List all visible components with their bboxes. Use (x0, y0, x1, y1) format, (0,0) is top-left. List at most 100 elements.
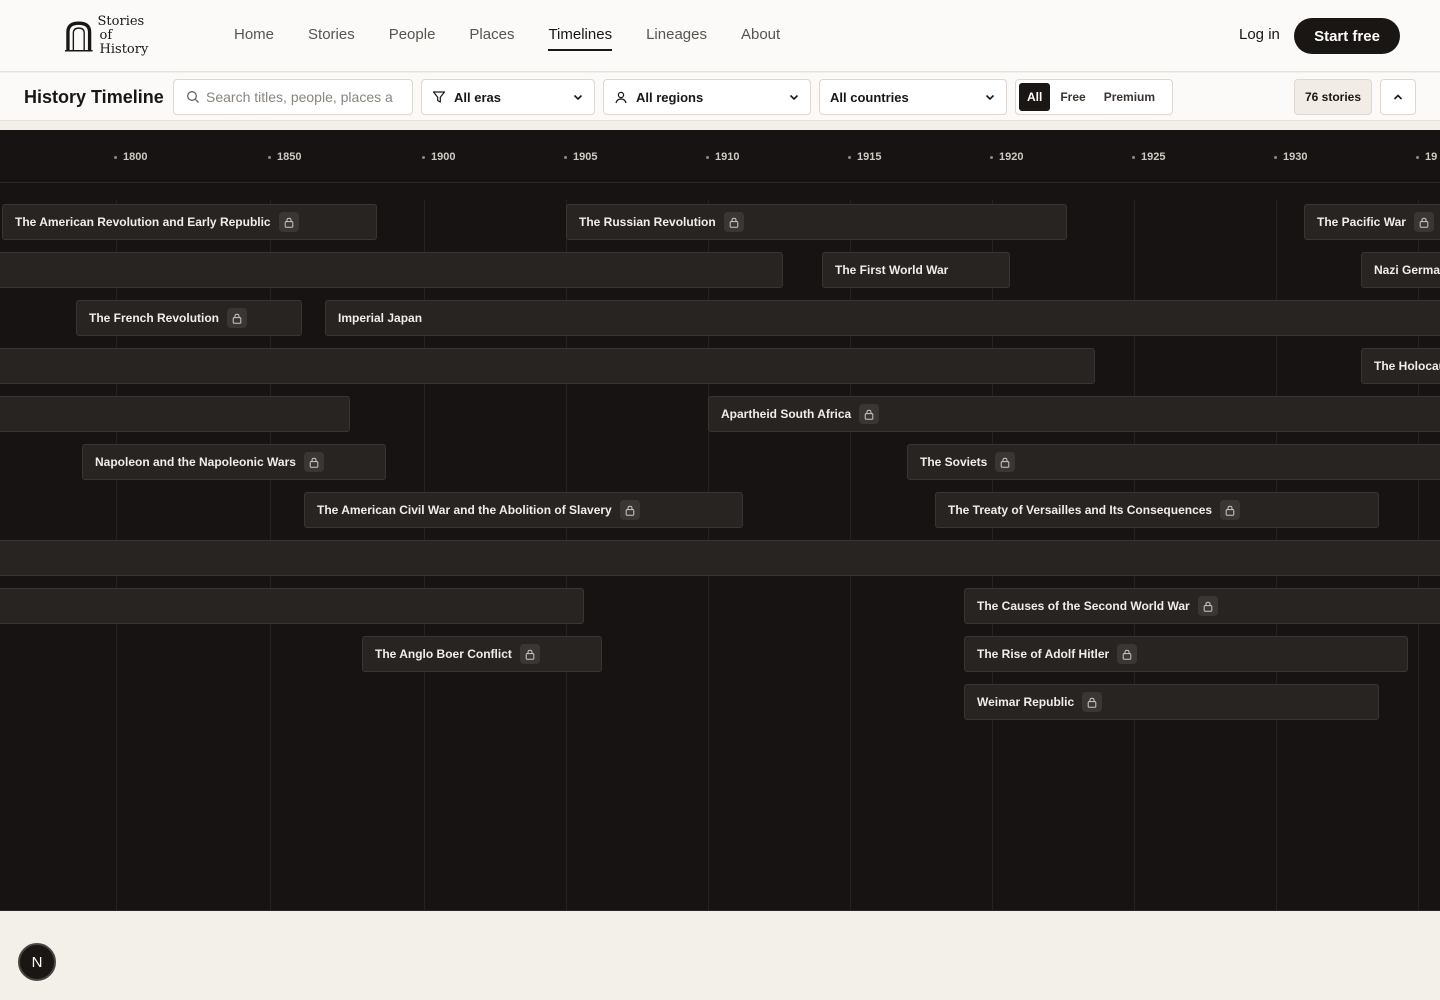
nav-stories[interactable]: Stories (308, 26, 355, 49)
nav-timelines[interactable]: Timelines (548, 26, 612, 51)
story-title: The Anglo Boer Conflict (375, 647, 512, 661)
collapse-filters-button[interactable] (1380, 79, 1416, 115)
story-title: The Treaty of Versailles and Its Consequ… (948, 503, 1213, 517)
tick-label: 1930 (1274, 151, 1307, 163)
lock-icon (227, 308, 248, 328)
tick-label: 1905 (564, 151, 597, 163)
brand-logo[interactable]: Stories of History (64, 15, 164, 57)
page-title: History Timeline (24, 87, 164, 107)
story-title: Weimar Republic (977, 695, 1075, 709)
nav-people[interactable]: People (389, 26, 436, 49)
chevron-up-icon (1393, 94, 1403, 100)
lock-icon (519, 644, 540, 664)
top-navigation: Stories of History Home Stories People P… (0, 0, 1440, 72)
tick-label: 1915 (848, 151, 881, 163)
lock-icon (1082, 692, 1103, 712)
timeline-canvas[interactable]: 1800 1850 1900 1905 1910 1915 1920 1925 1930 19 T… (0, 130, 1440, 911)
story-count-badge: 76 stories (1294, 79, 1372, 115)
timeline-story-bar[interactable]: The Soviets (907, 444, 1440, 480)
lock-icon (303, 452, 324, 472)
access-premium-button[interactable]: Premium (1096, 83, 1163, 111)
tick-label: 1925 (1132, 151, 1165, 163)
story-title: The French Revolution (89, 311, 220, 325)
tick-label: 1920 (990, 151, 1023, 163)
timeline-story-bar[interactable]: The Treaty of Versailles and Its Consequ… (935, 492, 1379, 528)
lock-icon (859, 404, 880, 424)
chevron-down-icon (985, 94, 995, 101)
lock-icon (619, 500, 640, 520)
lock-icon (278, 212, 299, 232)
timeline-story-bar[interactable] (0, 252, 783, 288)
timeline-story-bar[interactable]: The French Revolution (76, 300, 302, 336)
lock-icon (1117, 644, 1138, 664)
story-title: Apartheid South Africa (721, 407, 852, 421)
lock-icon (723, 212, 744, 232)
story-title: The Holocau (1374, 359, 1440, 373)
timeline-story-bar[interactable]: The Russian Revolution (566, 204, 1067, 240)
country-select-value: All countries (830, 89, 909, 105)
filter-icon (432, 91, 446, 103)
timeline-story-bar[interactable]: The First World War (822, 252, 1010, 288)
brand-line-2: of History (99, 28, 149, 57)
search-icon (187, 91, 199, 103)
timeline-story-bar[interactable] (0, 396, 350, 432)
brand-wordmark: Stories of History (98, 15, 164, 57)
brand-line-1: Stories (97, 14, 145, 29)
nav-lineages[interactable]: Lineages (646, 26, 707, 49)
tick-label: 1850 (268, 151, 301, 163)
timeline-story-bar[interactable]: The Pacific War (1304, 204, 1440, 240)
search-input[interactable] (206, 89, 406, 105)
era-select-value: All eras (454, 89, 501, 105)
filter-bar: History Timeline All eras All regions Al… (0, 73, 1440, 121)
story-title: The American Civil War and the Abolition… (317, 503, 612, 517)
tick-label: 19 (1416, 151, 1437, 163)
lock-icon (1197, 596, 1218, 616)
timeline-story-bar[interactable]: The American Civil War and the Abolition… (304, 492, 743, 528)
timeline-story-bar[interactable]: Apartheid South Africa (708, 396, 1440, 432)
lock-icon (995, 452, 1016, 472)
timeline-story-bar[interactable] (0, 348, 1095, 384)
lock-icon (1413, 212, 1434, 232)
story-title: The Pacific War (1317, 215, 1406, 229)
login-link[interactable]: Log in (1239, 26, 1280, 43)
story-title: Napoleon and the Napoleonic Wars (95, 455, 296, 469)
nav-places[interactable]: Places (469, 26, 514, 49)
start-free-button[interactable]: Start free (1294, 18, 1400, 54)
era-select[interactable]: All eras (421, 79, 595, 115)
story-title: Nazi Germa (1374, 263, 1440, 277)
floating-n-button[interactable]: N (18, 943, 56, 981)
timeline-story-bar[interactable]: Napoleon and the Napoleonic Wars (82, 444, 386, 480)
country-select[interactable]: All countries (819, 79, 1007, 115)
story-title: The Soviets (920, 455, 988, 469)
access-toggle: All Free Premium (1015, 79, 1173, 115)
search-box[interactable] (173, 79, 413, 115)
main-nav: Home Stories People Places Timelines Lin… (234, 26, 780, 51)
map-pin-icon (615, 91, 627, 104)
timeline-story-bar[interactable]: The Causes of the Second World War (964, 588, 1440, 624)
arch-logo-icon (64, 21, 93, 52)
chevron-down-icon (789, 94, 799, 101)
story-title: The American Revolution and Early Republ… (15, 215, 271, 229)
access-all-button[interactable]: All (1019, 83, 1051, 111)
nav-home[interactable]: Home (234, 26, 274, 49)
timeline-story-bar[interactable]: The Rise of Adolf Hitler (964, 636, 1408, 672)
region-select-value: All regions (636, 89, 704, 105)
lock-icon (1220, 500, 1241, 520)
timeline-story-bar[interactable] (0, 588, 584, 624)
story-title: Imperial Japan (338, 311, 423, 325)
story-title: The Rise of Adolf Hitler (977, 647, 1110, 661)
timeline-story-bar[interactable]: Imperial Japan (325, 300, 1440, 336)
timeline-story-bar[interactable]: Weimar Republic (964, 684, 1379, 720)
timeline-story-bar[interactable]: The American Revolution and Early Republ… (2, 204, 377, 240)
timeline-story-bar[interactable]: The Holocau (1361, 348, 1440, 384)
timeline-story-bar[interactable]: Nazi Germa (1361, 252, 1440, 288)
tick-label: 1900 (422, 151, 455, 163)
nav-about[interactable]: About (741, 26, 780, 49)
access-free-button[interactable]: Free (1052, 83, 1093, 111)
timeline-story-bar[interactable]: The Anglo Boer Conflict (362, 636, 602, 672)
story-title: The Causes of the Second World War (977, 599, 1190, 613)
chevron-down-icon (573, 94, 583, 101)
timeline-story-bar[interactable] (0, 540, 1440, 576)
region-select[interactable]: All regions (603, 79, 811, 115)
story-title: The First World War (835, 263, 949, 277)
